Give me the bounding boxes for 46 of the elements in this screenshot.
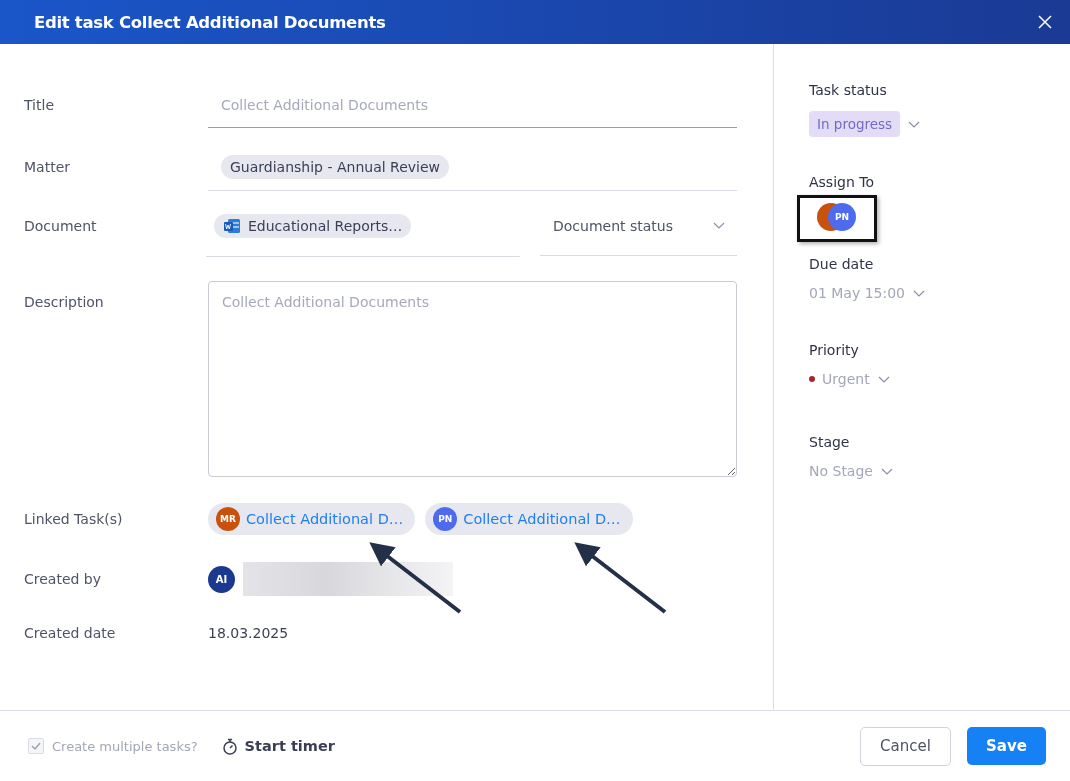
avatar: AI bbox=[208, 565, 235, 593]
field-label: Task status bbox=[809, 82, 887, 99]
field-label: Priority bbox=[809, 342, 859, 359]
due-date-dropdown[interactable]: 01 May 15:00 bbox=[809, 285, 925, 301]
field-label: Description bbox=[24, 294, 105, 310]
document-field[interactable]: Educational Reports… bbox=[206, 195, 520, 257]
chevron-down-icon bbox=[880, 467, 893, 475]
linked-task-chip[interactable]: PN Collect Additional D… bbox=[425, 503, 633, 535]
chevron-down-icon bbox=[713, 222, 725, 229]
field-label: Due date bbox=[809, 256, 874, 273]
field-label: Matter bbox=[24, 159, 71, 175]
field-label: Created date bbox=[24, 625, 117, 641]
field-label: Created by bbox=[24, 571, 103, 587]
chevron-down-icon bbox=[877, 375, 890, 383]
priority-dropdown[interactable]: Urgent bbox=[809, 371, 890, 387]
description-field[interactable]: Collect Additional Documents bbox=[208, 281, 737, 477]
close-icon bbox=[1038, 15, 1052, 29]
close-button[interactable] bbox=[1036, 13, 1054, 31]
stopwatch-icon bbox=[221, 737, 238, 755]
chevron-down-icon bbox=[913, 289, 925, 297]
checkbox-label: Create multiple tasks? bbox=[52, 738, 198, 754]
field-label: Document bbox=[24, 218, 98, 234]
task-status-dropdown[interactable]: In progress bbox=[809, 111, 921, 137]
assignee-avatars[interactable]: PN bbox=[809, 203, 856, 231]
word-document-icon bbox=[223, 217, 241, 234]
chevron-down-icon bbox=[908, 120, 921, 128]
field-label: Assign To bbox=[809, 174, 874, 191]
start-timer-button[interactable]: Start timer bbox=[221, 737, 335, 755]
field-label: Stage bbox=[809, 434, 850, 451]
dialog-title: Edit task Collect Additional Documents bbox=[34, 12, 387, 32]
save-button[interactable]: Save bbox=[967, 727, 1046, 765]
avatar: MR bbox=[216, 507, 240, 531]
document-chip[interactable]: Educational Reports… bbox=[214, 213, 412, 238]
document-status-dropdown[interactable]: Document status bbox=[540, 196, 737, 256]
created-date: 18.03.2025 bbox=[208, 625, 289, 641]
avatar: PN bbox=[433, 507, 458, 531]
matter-chip[interactable]: Guardianship - Annual Review bbox=[221, 154, 449, 179]
field-label: Linked Task(s) bbox=[24, 511, 124, 527]
cancel-button[interactable]: Cancel bbox=[860, 726, 951, 766]
linked-task-chip[interactable]: MR Collect Additional D… bbox=[208, 503, 416, 535]
matter-field[interactable]: Guardianship - Annual Review bbox=[208, 143, 737, 191]
checkmark-icon bbox=[31, 742, 41, 750]
status-pill: In progress bbox=[809, 111, 901, 137]
stage-dropdown[interactable]: No Stage bbox=[809, 463, 893, 479]
field-label: Title bbox=[24, 97, 55, 113]
avatar: PN bbox=[828, 203, 856, 231]
